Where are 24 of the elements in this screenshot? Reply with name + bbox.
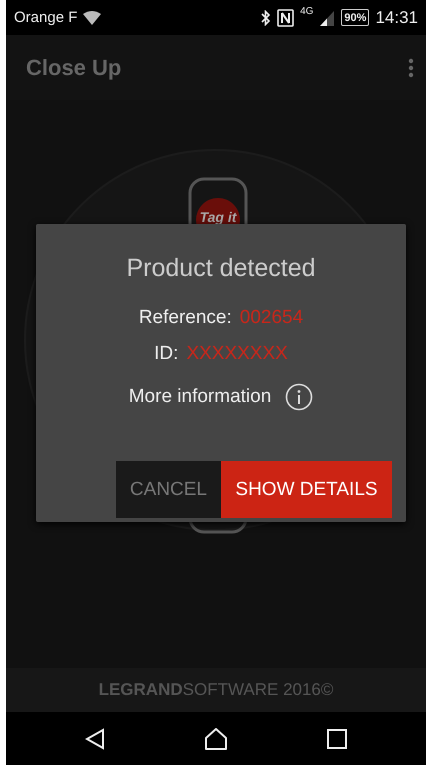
- dialog-title: Product detected: [126, 254, 316, 283]
- bluetooth-icon: [261, 10, 272, 26]
- field-label: Reference:: [138, 307, 232, 329]
- home-icon[interactable]: [204, 728, 228, 750]
- back-icon[interactable]: [85, 728, 106, 750]
- cancel-button[interactable]: CANCEL: [116, 461, 221, 518]
- more-information-link[interactable]: More information: [128, 386, 272, 408]
- field-value: 002654: [240, 307, 304, 329]
- recent-apps-icon[interactable]: [326, 728, 347, 748]
- clock-time: 14:31: [375, 8, 418, 28]
- nfc-icon: [277, 8, 294, 26]
- field-value: XXXXXXXX: [186, 343, 288, 365]
- app-title: Close Up: [26, 54, 122, 80]
- carrier-name: Orange F: [14, 9, 78, 26]
- copyright-text: LEGRANDSOFTWARE 2016©: [98, 680, 334, 700]
- signal-icon: [319, 10, 336, 26]
- network-type: 4G: [300, 6, 314, 17]
- info-icon[interactable]: [285, 383, 314, 411]
- battery-indicator: 90%: [341, 9, 370, 26]
- show-details-button[interactable]: SHOW DETAILS: [221, 461, 392, 518]
- tag-label: Tag it: [200, 209, 236, 225]
- wifi-icon: [83, 10, 104, 24]
- menu-icon[interactable]: [408, 58, 414, 78]
- field-label: ID:: [154, 343, 178, 365]
